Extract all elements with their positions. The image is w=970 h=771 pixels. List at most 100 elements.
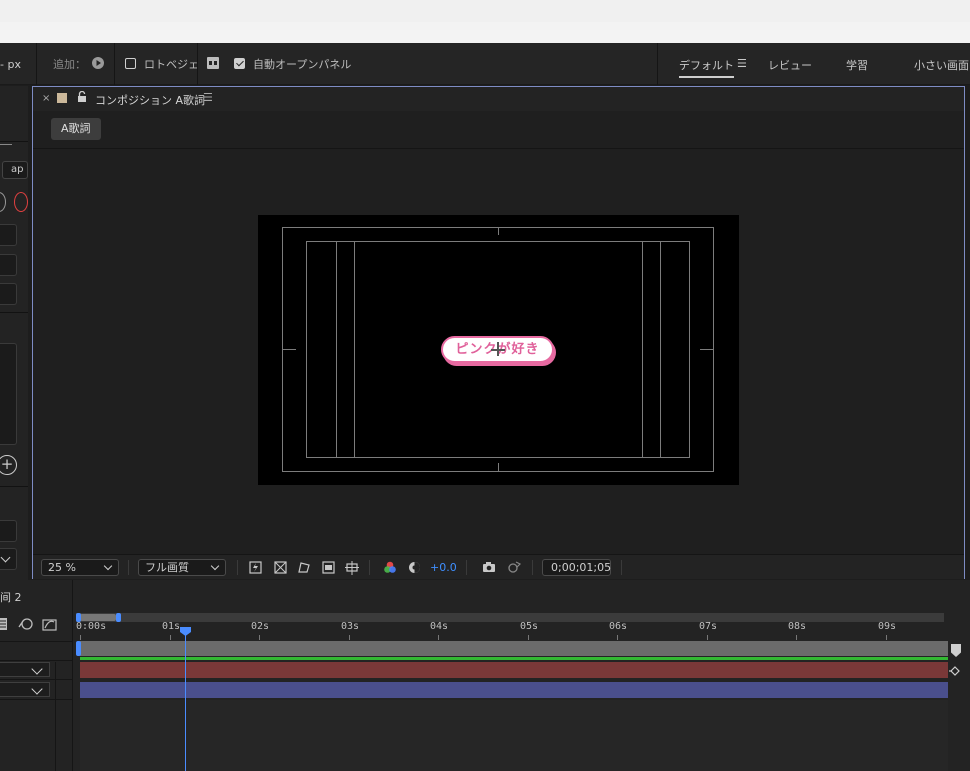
reset-exposure-icon[interactable] (407, 561, 421, 574)
timeline-header-label: 间 2 (0, 591, 22, 604)
lock-icon[interactable] (77, 90, 87, 106)
motion-blur-icon[interactable] (18, 617, 34, 634)
navigator-end-handle[interactable] (116, 613, 121, 622)
chevron-down-icon (210, 561, 220, 571)
composition-header: × コンポジション A歌詞 ☰ (33, 87, 964, 111)
auto-open-option[interactable]: 自動オープンパネル (234, 57, 351, 73)
region-of-interest-icon[interactable] (321, 561, 335, 574)
time-navigator[interactable] (76, 613, 944, 622)
timeline-tracks: 0:00s 01s 02s 03s 04s 05s 06s 07s 08s 09… (72, 580, 970, 771)
auto-open-label: 自動オープンパネル (253, 58, 352, 71)
comp-end-marker[interactable] (951, 644, 961, 657)
composition-divider (33, 148, 964, 149)
rotobezier-checkbox[interactable] (125, 58, 136, 69)
anchor-crosshair (497, 342, 499, 356)
layer-1-mode-dropdown[interactable] (0, 662, 50, 677)
ruler-label-5: 05s (520, 621, 539, 632)
quality-dropdown[interactable]: フル画質 (138, 559, 226, 576)
timeline-layer-controls: 间 2 (0, 580, 72, 771)
composition-viewer[interactable]: ピンクが好き (258, 215, 739, 485)
left-dropdown[interactable] (0, 548, 17, 570)
add-label: 追加： (53, 58, 86, 71)
work-area-start-handle[interactable] (76, 641, 81, 656)
layer-graph-icon[interactable] (0, 617, 9, 634)
ruler-label-4: 04s (430, 621, 449, 632)
layer-1-bar[interactable] (80, 662, 948, 678)
unit-label: - px (0, 58, 21, 71)
ruler-tick (707, 635, 708, 640)
panel-icon[interactable] (206, 56, 220, 72)
add-icon[interactable]: + (0, 455, 17, 475)
guides-icon[interactable] (345, 561, 359, 575)
quality-value: フル画質 (145, 561, 189, 574)
current-time-display[interactable]: 0;00;01;05 (542, 559, 611, 576)
title-bar (0, 0, 970, 22)
render-cache-bar (80, 657, 948, 660)
zoom-dropdown[interactable]: 25 % (41, 559, 119, 576)
toolbar: - px 追加： ロトベジェ 自動オープンパネル デフォルト ☰ レビュー 学習… (0, 43, 970, 85)
workspace-small-screen[interactable]: 小さい画面 (914, 57, 969, 73)
left-list-box (0, 343, 17, 445)
toolbar-separator (197, 43, 198, 85)
ruler-label-9: 09s (878, 621, 897, 632)
layer-2-mode-dropdown[interactable] (0, 682, 50, 697)
toolbar-separator (36, 43, 37, 85)
transparency-grid-icon[interactable] (273, 561, 287, 574)
layer-2-bar[interactable] (80, 682, 948, 698)
fast-preview-icon[interactable] (248, 561, 262, 574)
empty-track-area (80, 700, 948, 771)
record-icon[interactable] (14, 192, 28, 212)
layer-row-divider (0, 679, 72, 680)
add-menu-icon[interactable] (91, 56, 105, 72)
left-input-1[interactable] (0, 224, 17, 246)
keyframe-nav-icon[interactable] (949, 666, 961, 679)
ruler-label-3: 03s (341, 621, 360, 632)
workspace-separator (657, 43, 658, 85)
time-navigator-thumb[interactable] (80, 614, 116, 621)
circle-icon[interactable] (0, 192, 6, 212)
workspace-learn[interactable]: 学習 (846, 57, 868, 73)
column-divider (55, 662, 56, 771)
ruler-tick (259, 635, 260, 640)
chevron-down-icon (31, 663, 43, 675)
ruler-label-6: 06s (609, 621, 628, 632)
footer-separator (369, 560, 370, 575)
snapshot-camera-icon[interactable] (482, 561, 496, 574)
panel-divider (0, 312, 28, 313)
work-area-bar[interactable] (80, 641, 948, 656)
chevron-down-icon (31, 683, 43, 695)
playhead-handle[interactable] (180, 627, 191, 636)
composition-panel: × コンポジション A歌詞 ☰ A歌詞 ピンクが好き 25 % フル画質 (32, 86, 965, 579)
playhead-line (185, 628, 186, 771)
workspace-default[interactable]: デフォルト (679, 57, 734, 78)
panel-dash (0, 144, 12, 145)
ruler-tick (80, 635, 81, 640)
exposure-value[interactable]: +0.0 (430, 561, 457, 574)
left-field[interactable]: ap (2, 161, 28, 179)
layer-row-divider (0, 660, 72, 661)
left-input-3[interactable] (0, 283, 17, 305)
color-channels-icon[interactable] (383, 561, 397, 574)
graph-editor-icon[interactable] (42, 617, 58, 634)
mask-path-icon[interactable] (297, 561, 311, 574)
center-tick (498, 463, 499, 471)
rotobezier-option[interactable]: ロトベジェ (125, 57, 199, 73)
rotobezier-label: ロトベジェ (144, 58, 199, 71)
composition-tab[interactable]: A歌詞 (51, 118, 101, 140)
ruler-label-1: 01s (162, 621, 181, 632)
auto-open-checkbox[interactable] (234, 58, 245, 69)
center-tick (700, 349, 714, 350)
left-input-4[interactable] (0, 520, 17, 542)
footer-separator (621, 560, 622, 575)
panel-menu-icon[interactable]: ☰ (203, 91, 213, 104)
show-snapshot-icon[interactable] (507, 561, 522, 574)
footer-separator (237, 560, 238, 575)
workspace-review[interactable]: レビュー (768, 57, 812, 73)
close-icon[interactable]: × (42, 93, 50, 104)
ruler-tick (438, 635, 439, 640)
left-input-2[interactable] (0, 254, 17, 276)
chevron-down-icon (103, 561, 113, 571)
toolbar-separator (114, 43, 115, 85)
workspace-menu-icon[interactable]: ☰ (737, 57, 747, 70)
ruler-tick (349, 635, 350, 640)
